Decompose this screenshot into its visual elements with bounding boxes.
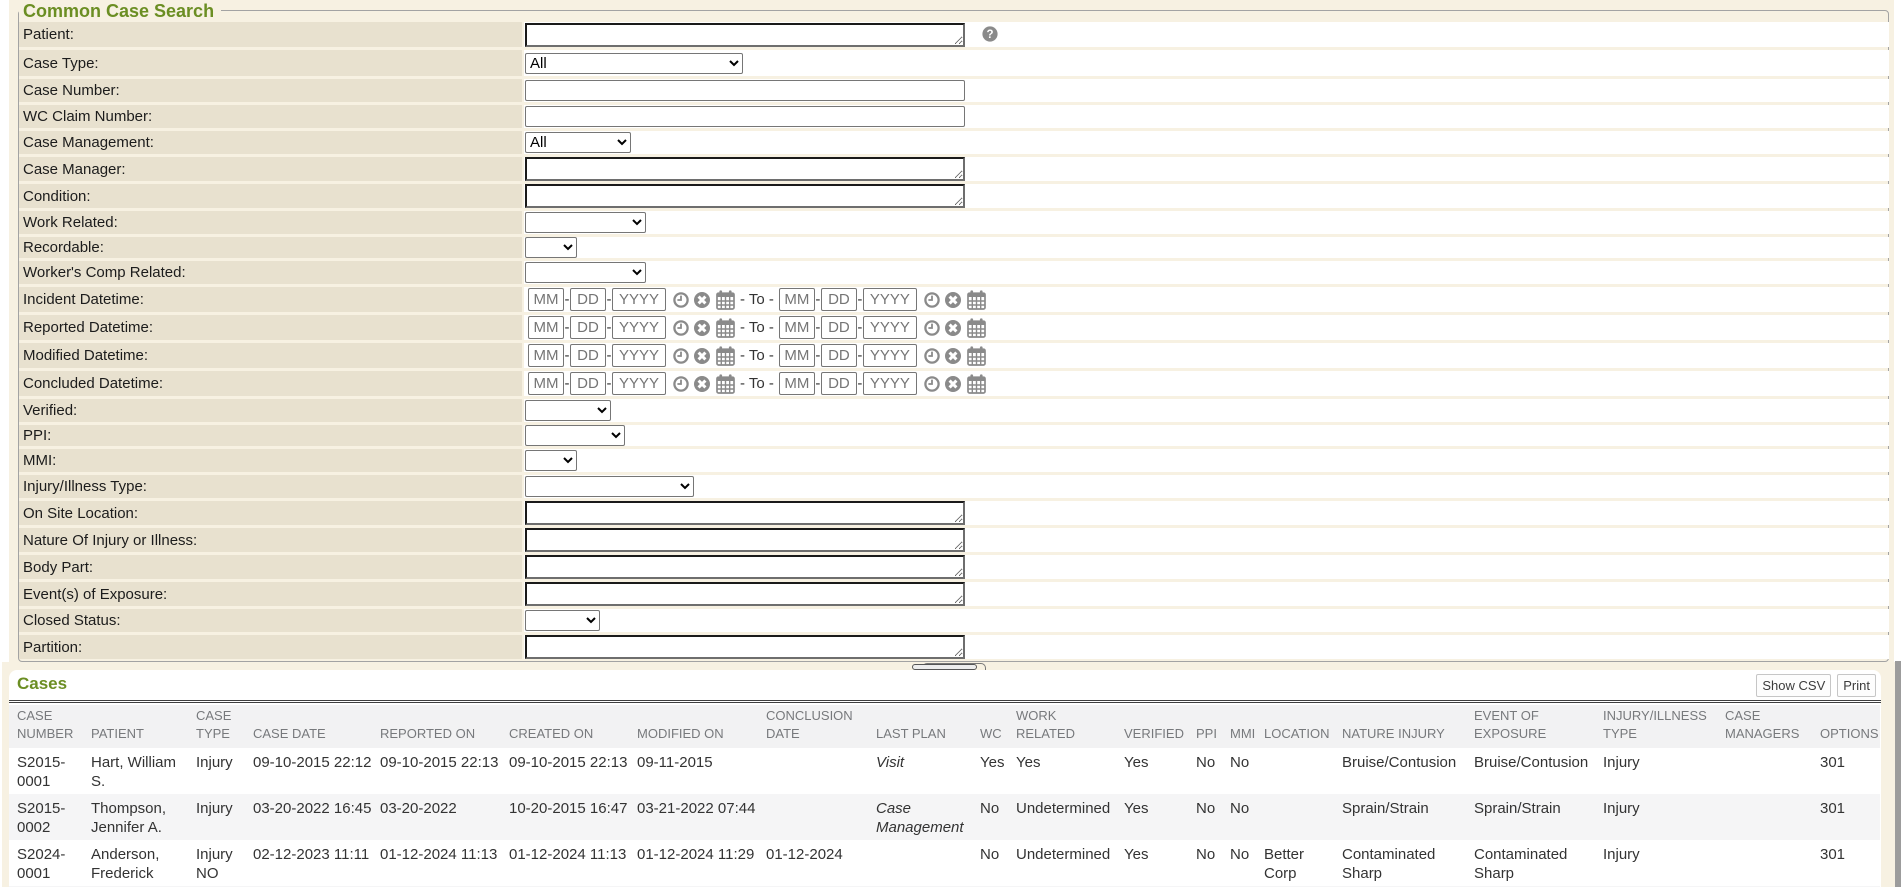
svg-text:?: ? bbox=[986, 29, 993, 41]
